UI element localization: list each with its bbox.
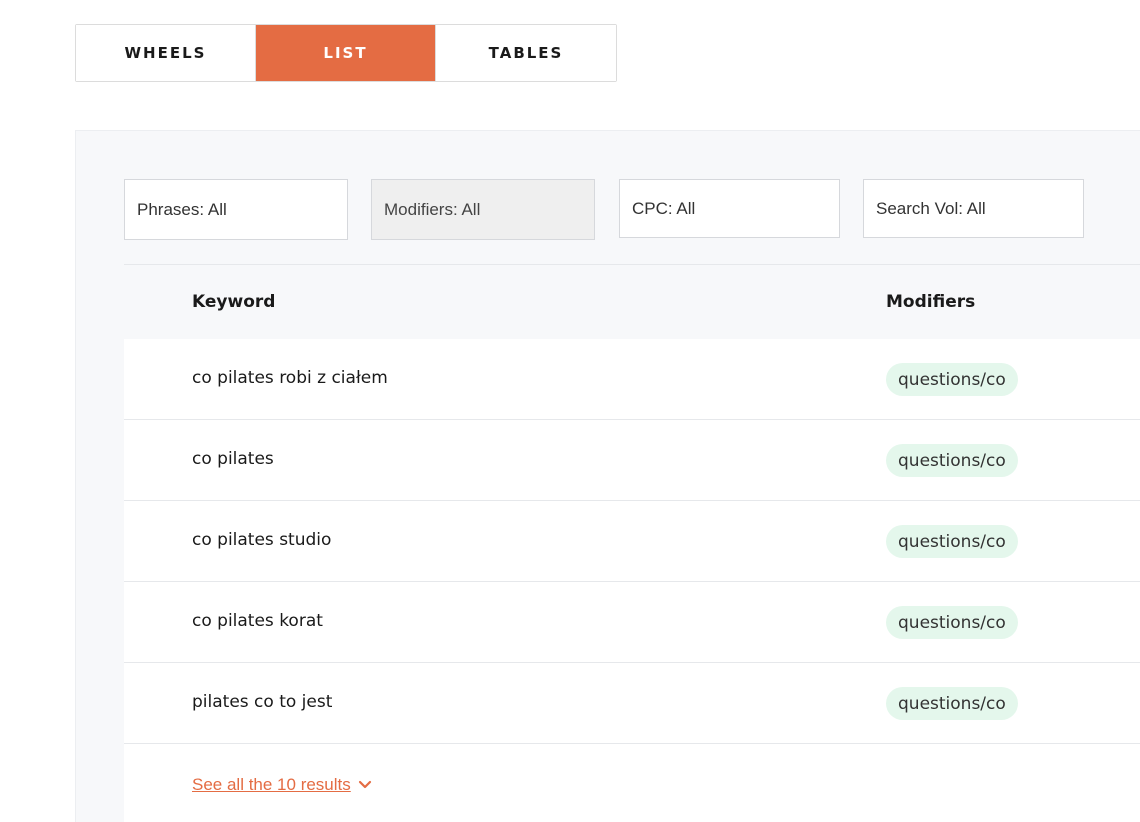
view-tabs: WHEELS LIST TABLES [75,24,617,82]
modifiers-filter[interactable]: Modifiers: All [371,179,595,240]
table-row[interactable]: pilates co to jest questions/co [124,663,1140,744]
cpc-filter[interactable]: CPC: All [619,179,840,238]
table-row[interactable]: co pilates korat questions/co [124,582,1140,663]
modifier-badge: questions/co [886,444,1018,477]
table-row[interactable]: co pilates robi z ciałem questions/co [124,339,1140,420]
chevron-down-icon [358,780,371,789]
modifier-badge: questions/co [886,525,1018,558]
tab-wheels[interactable]: WHEELS [76,25,256,81]
keyword-cell: co pilates korat [192,611,323,631]
table-row[interactable]: co pilates questions/co [124,420,1140,501]
keyword-cell: pilates co to jest [192,692,333,712]
modifier-badge: questions/co [886,687,1018,720]
table-header: Keyword Modifiers [124,265,1140,339]
modifier-badge: questions/co [886,363,1018,396]
search-vol-filter[interactable]: Search Vol: All [863,179,1084,238]
column-header-modifiers: Modifiers [886,292,976,312]
keyword-cell: co pilates studio [192,530,332,550]
tab-tables[interactable]: TABLES [436,25,616,81]
see-all-label: See all the 10 results [192,775,351,794]
keyword-table: co pilates robi z ciałem questions/co co… [124,339,1140,822]
table-row[interactable]: co pilates studio questions/co [124,501,1140,582]
see-all-row: See all the 10 results [124,744,1140,822]
phrases-filter[interactable]: Phrases: All [124,179,348,240]
keyword-cell: co pilates [192,449,274,469]
page: WHEELS LIST TABLES Phrases: All Modifier… [0,0,1140,822]
keyword-cell: co pilates robi z ciałem [192,368,388,388]
see-all-results-link[interactable]: See all the 10 results [192,775,372,795]
column-header-keyword: Keyword [192,292,276,312]
results-panel: Phrases: All Modifiers: All CPC: All Sea… [75,130,1140,822]
modifier-badge: questions/co [886,606,1018,639]
tab-list[interactable]: LIST [256,25,436,81]
